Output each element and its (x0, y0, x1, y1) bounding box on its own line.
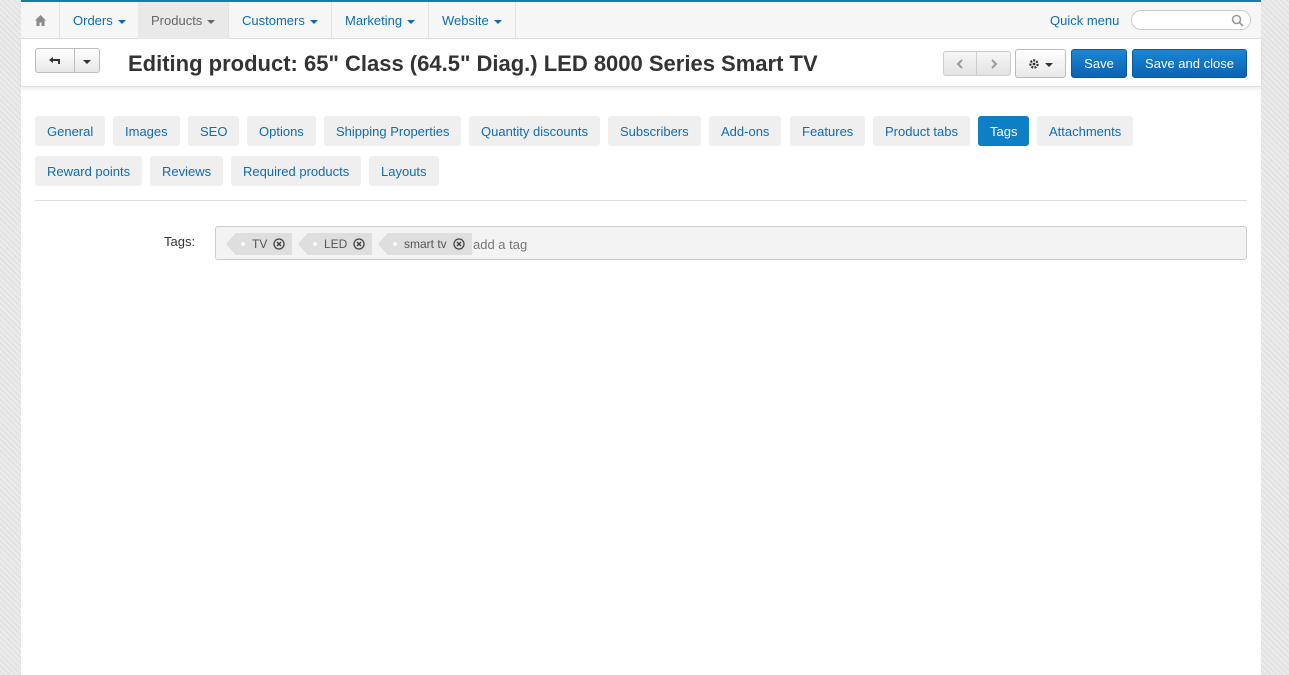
home-icon (34, 15, 46, 26)
tags-field[interactable]: TV LED smart tv (215, 226, 1247, 260)
tag-item: TV (225, 233, 293, 255)
back-arrow-icon (49, 56, 60, 64)
page-header: Editing product: 65" Class (64.5" Diag.)… (21, 39, 1261, 87)
nav-orders-label: Orders (73, 13, 113, 28)
tab-subscribers[interactable]: Subscribers (608, 116, 701, 146)
tab-seo[interactable]: SEO (188, 116, 240, 146)
chevron-down-icon (117, 19, 126, 24)
tab-general[interactable]: General (35, 116, 106, 146)
tag-item: smart tv (378, 233, 472, 255)
chevron-right-icon (990, 58, 997, 69)
product-navigation (943, 51, 1011, 76)
chevron-down-icon (207, 19, 216, 24)
tab-shipping-properties[interactable]: Shipping Properties (324, 116, 462, 146)
add-tag-input[interactable] (473, 234, 673, 254)
tab-required-products[interactable]: Required products (231, 156, 362, 186)
nav-customers[interactable]: Customers (229, 2, 332, 39)
chevron-down-icon (493, 19, 502, 24)
nav-products[interactable]: Products (138, 2, 230, 39)
tab-add-ons[interactable]: Add-ons (709, 116, 782, 146)
nav-customers-label: Customers (242, 13, 305, 28)
save-and-close-button[interactable]: Save and close (1132, 49, 1247, 78)
page-title: Editing product: 65" Class (64.5" Diag.)… (128, 51, 818, 76)
quick-menu-link[interactable]: Quick menu (1050, 13, 1119, 28)
tab-product-tabs[interactable]: Product tabs (873, 116, 970, 146)
home-button[interactable] (21, 2, 60, 39)
tab-options[interactable]: Options (247, 116, 316, 146)
nav-website-label: Website (442, 13, 489, 28)
top-navigation: Orders Products Customers Marketing Webs… (21, 0, 1261, 39)
chevron-down-icon (83, 59, 91, 64)
back-dropdown-button[interactable] (75, 48, 100, 73)
tab-quantity-discounts[interactable]: Quantity discounts (469, 116, 600, 146)
gear-icon (1029, 58, 1039, 69)
chevron-down-icon (309, 19, 318, 24)
back-button-group (35, 48, 100, 73)
chevron-down-icon (407, 19, 416, 24)
tab-tags[interactable]: Tags (978, 116, 1030, 146)
nav-marketing-label: Marketing (345, 13, 403, 28)
tab-attachments[interactable]: Attachments (1037, 116, 1134, 146)
tab-images[interactable]: Images (113, 116, 180, 146)
remove-tag-icon[interactable] (353, 238, 365, 250)
tag-item: LED (297, 233, 373, 255)
tags-label: Tags: (164, 234, 196, 249)
tag-label: smart tv (404, 237, 447, 251)
tag-label: TV (252, 237, 268, 251)
search-input[interactable] (1131, 10, 1251, 30)
next-product-button[interactable] (977, 51, 1011, 76)
section-divider (35, 200, 1247, 201)
previous-product-button[interactable] (943, 51, 977, 76)
search-icon[interactable] (1231, 14, 1244, 27)
page: Orders Products Customers Marketing Webs… (21, 0, 1261, 675)
chevron-down-icon (1045, 62, 1053, 67)
remove-tag-icon[interactable] (453, 238, 465, 250)
tab-reviews[interactable]: Reviews (150, 156, 224, 186)
nav-orders[interactable]: Orders (60, 2, 140, 39)
tab-reward-points[interactable]: Reward points (35, 156, 143, 186)
save-button[interactable]: Save (1071, 49, 1127, 78)
settings-dropdown-button[interactable] (1015, 49, 1066, 78)
chevron-left-icon (956, 58, 963, 69)
tab-features[interactable]: Features (790, 116, 866, 146)
nav-marketing[interactable]: Marketing (332, 2, 430, 39)
nav-website[interactable]: Website (429, 2, 516, 39)
remove-tag-icon[interactable] (273, 238, 285, 250)
tab-layouts[interactable]: Layouts (369, 156, 439, 186)
back-button[interactable] (35, 48, 75, 73)
tag-label: LED (324, 237, 348, 251)
nav-products-label: Products (151, 13, 203, 28)
